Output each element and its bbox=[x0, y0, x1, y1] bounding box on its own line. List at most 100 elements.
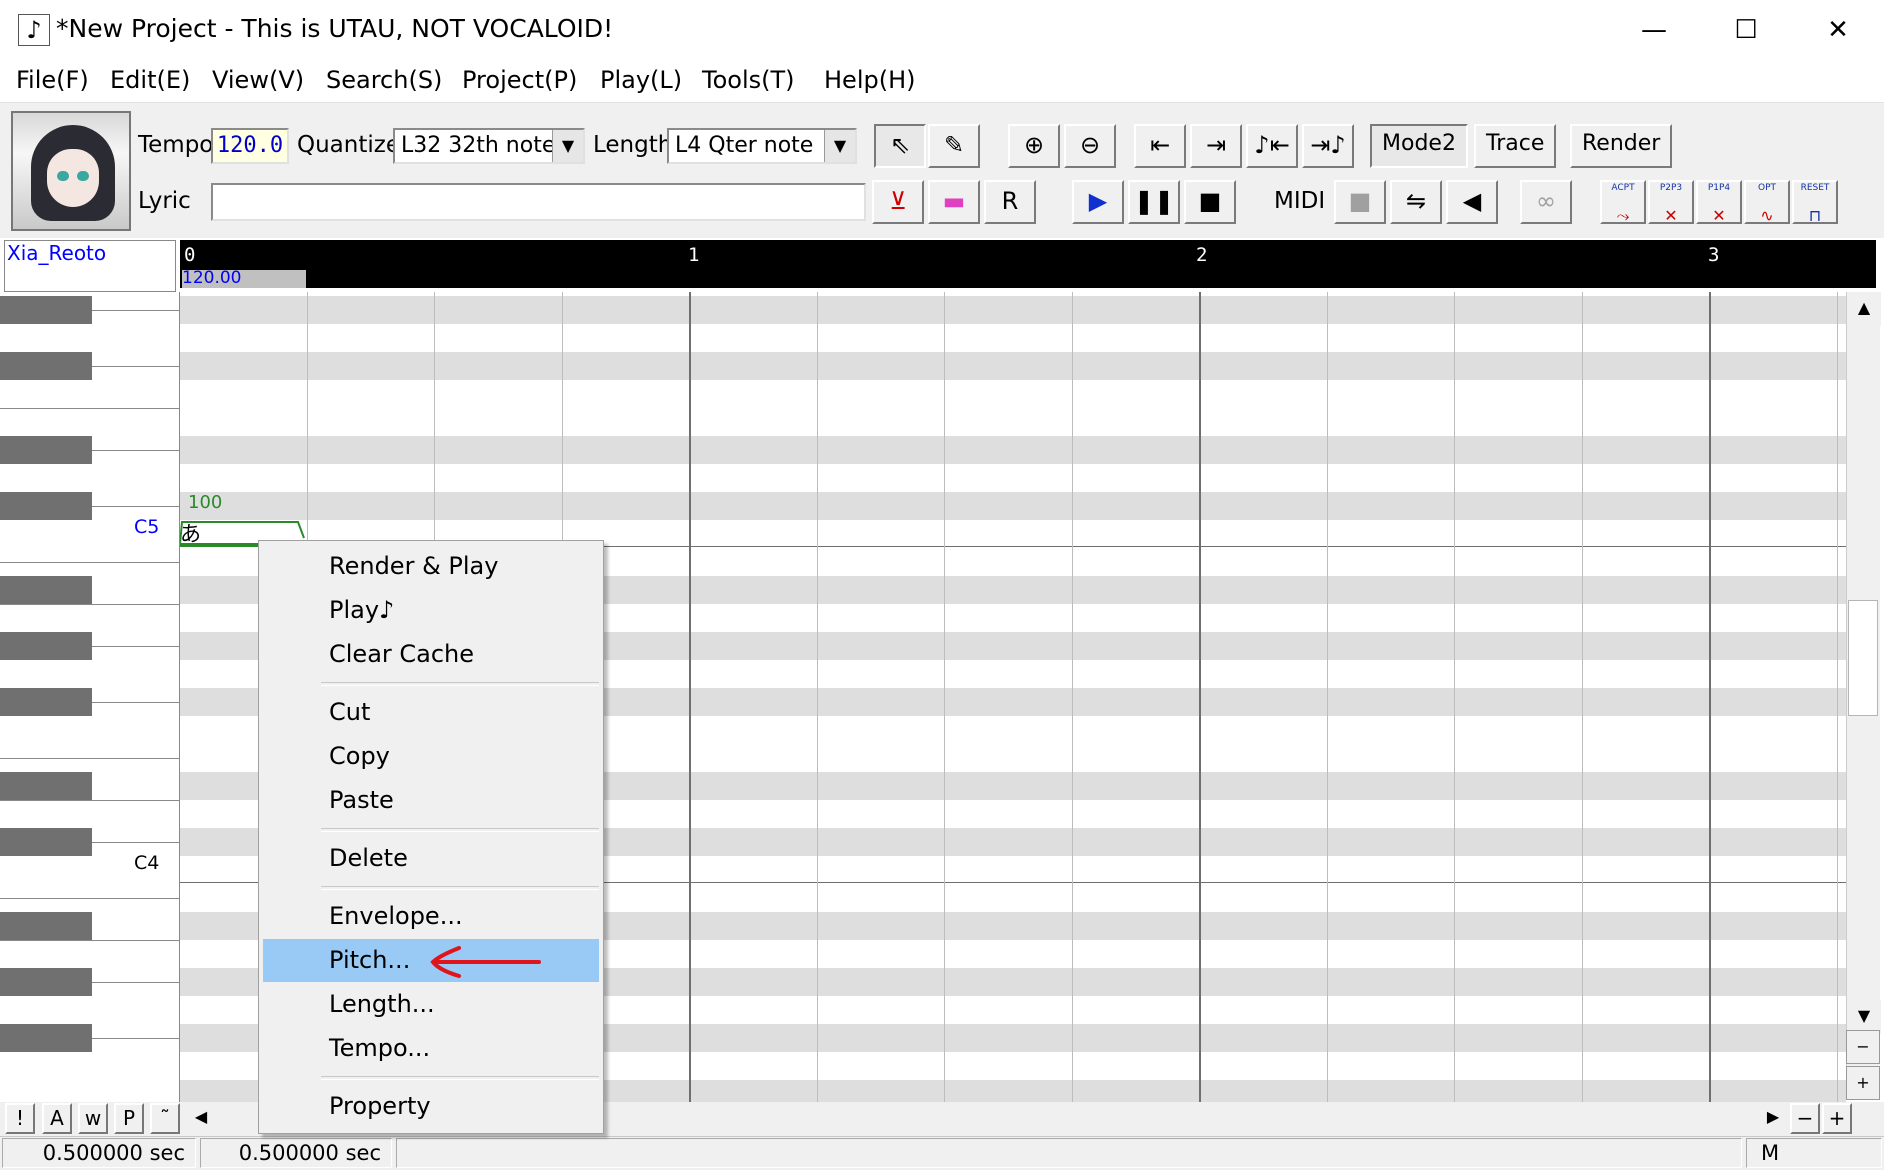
speaker-button[interactable]: ◀ bbox=[1446, 180, 1498, 224]
menu-item-property[interactable]: Property bbox=[263, 1085, 599, 1128]
menu-help[interactable]: Help(H) bbox=[824, 66, 916, 94]
black-key[interactable] bbox=[0, 296, 92, 324]
menu-separator bbox=[321, 828, 599, 832]
stop-button[interactable]: ■ bbox=[1184, 180, 1236, 224]
key-label-c4: C4 bbox=[134, 852, 160, 874]
beat-line bbox=[1837, 292, 1838, 1102]
length-select[interactable]: L4 Qter note ▼ bbox=[667, 128, 857, 164]
menu-item-tempo[interactable]: Tempo... bbox=[263, 1027, 599, 1070]
play-button[interactable]: ▶ bbox=[1072, 180, 1124, 224]
menu-item-render-play[interactable]: Render & Play bbox=[263, 545, 599, 588]
menu-play[interactable]: Play(L) bbox=[600, 66, 682, 94]
menu-edit[interactable]: Edit(E) bbox=[110, 66, 190, 94]
minimize-button[interactable]: — bbox=[1608, 0, 1700, 60]
black-key[interactable] bbox=[0, 688, 92, 716]
lyric-input[interactable] bbox=[211, 183, 866, 221]
add-note-button[interactable]: ▬ bbox=[928, 180, 980, 224]
link-button[interactable]: ∞ bbox=[1520, 180, 1572, 224]
menu-search[interactable]: Search(S) bbox=[326, 66, 442, 94]
menu-item-clear-cache[interactable]: Clear Cache bbox=[263, 633, 599, 676]
menu-item-play[interactable]: Play♪ bbox=[263, 589, 599, 632]
go-to-start-button[interactable]: ⇤ bbox=[1134, 124, 1186, 168]
scroll-right-icon[interactable]: ▶ bbox=[1758, 1103, 1788, 1134]
midi-settings-button[interactable]: ⇋ bbox=[1390, 180, 1442, 224]
menu-project[interactable]: Project(P) bbox=[462, 66, 577, 94]
maximize-button[interactable]: ☐ bbox=[1700, 0, 1792, 60]
note-icon[interactable]: ♪ bbox=[18, 14, 50, 46]
hzoom-in-button[interactable]: + bbox=[1822, 1103, 1852, 1134]
add-note-icon: ▬ bbox=[942, 187, 966, 215]
reset-button[interactable]: RESET ⊓ bbox=[1792, 180, 1838, 225]
vzoom-in-button[interactable]: + bbox=[1846, 1066, 1880, 1100]
quantize-select[interactable]: L32 32th note ▼ bbox=[393, 128, 585, 164]
bottom-button-exclaim[interactable]: ! bbox=[5, 1103, 35, 1134]
bottom-button-a[interactable]: A bbox=[42, 1103, 72, 1134]
black-key[interactable] bbox=[0, 436, 92, 464]
insert-note-button[interactable]: ⊻ bbox=[872, 180, 924, 224]
select-tool-button[interactable]: ⇖ bbox=[874, 124, 926, 168]
zoom-out-button[interactable]: ⊖ bbox=[1064, 124, 1116, 168]
black-key[interactable] bbox=[0, 632, 92, 660]
bottom-button-p[interactable]: P bbox=[114, 1103, 144, 1134]
key-label-c5: C5 bbox=[134, 516, 160, 538]
acpt-button[interactable]: ACPT ⤳ bbox=[1600, 180, 1646, 225]
pencil-tool-button[interactable]: ✎ bbox=[928, 124, 980, 168]
black-key[interactable] bbox=[0, 492, 92, 520]
menu-item-delete[interactable]: Delete bbox=[263, 837, 599, 880]
pause-button[interactable]: ❚❚ bbox=[1128, 180, 1180, 224]
tempo-input[interactable]: 120.0 bbox=[211, 128, 289, 164]
add-rest-button[interactable]: R bbox=[984, 180, 1036, 224]
menu-item-paste[interactable]: Paste bbox=[263, 779, 599, 822]
scroll-down-icon[interactable]: ▼ bbox=[1847, 1000, 1881, 1034]
singer-avatar[interactable] bbox=[11, 111, 131, 231]
trace-button[interactable]: Trace bbox=[1474, 124, 1557, 168]
opt-button[interactable]: OPT ∿ bbox=[1744, 180, 1790, 225]
scroll-left-icon[interactable]: ◀ bbox=[186, 1103, 216, 1134]
render-button[interactable]: Render bbox=[1570, 124, 1673, 168]
p2p3-button[interactable]: P2P3 ✕ bbox=[1648, 180, 1694, 225]
timeline-ruler[interactable] bbox=[180, 240, 1876, 288]
p1p4-button[interactable]: P1P4 ✕ bbox=[1696, 180, 1742, 225]
prev-note-button[interactable]: ♪⇤ bbox=[1246, 124, 1298, 168]
opt-label: OPT bbox=[1757, 183, 1776, 193]
zoom-in-button[interactable]: ⊕ bbox=[1008, 124, 1060, 168]
singer-name[interactable]: Xia_Reoto bbox=[4, 240, 176, 292]
black-key[interactable] bbox=[0, 576, 92, 604]
stop-icon: ■ bbox=[1198, 187, 1222, 215]
tempo-marker[interactable]: 120.00 bbox=[182, 270, 306, 288]
black-key[interactable] bbox=[0, 1024, 92, 1052]
black-key[interactable] bbox=[0, 968, 92, 996]
dropdown-arrow-icon[interactable]: ▼ bbox=[824, 130, 855, 162]
bottom-button-w[interactable]: w bbox=[78, 1103, 108, 1134]
black-key[interactable] bbox=[0, 352, 92, 380]
acpt-label: ACPT bbox=[1611, 183, 1635, 193]
length-value: L4 Qter note bbox=[675, 133, 814, 158]
vertical-scroll-thumb[interactable] bbox=[1848, 600, 1878, 716]
dropdown-arrow-icon[interactable]: ▼ bbox=[552, 130, 583, 162]
next-note-button[interactable]: ⇥♪ bbox=[1302, 124, 1354, 168]
black-key[interactable] bbox=[0, 772, 92, 800]
menu-view[interactable]: View(V) bbox=[212, 66, 304, 94]
menu-item-cut[interactable]: Cut bbox=[263, 691, 599, 734]
bottom-button-tilde[interactable]: ˜ bbox=[150, 1103, 180, 1134]
status-position: 0.500000 sec bbox=[2, 1138, 196, 1168]
menu-file[interactable]: File(F) bbox=[16, 66, 89, 94]
bar-line bbox=[1199, 292, 1201, 1102]
menu-item-envelope[interactable]: Envelope... bbox=[263, 895, 599, 938]
black-key[interactable] bbox=[0, 828, 92, 856]
context-menu: Render & Play Play♪ Clear Cache Cut Copy… bbox=[258, 540, 604, 1134]
menu-tools[interactable]: Tools(T) bbox=[702, 66, 795, 94]
hzoom-out-button[interactable]: − bbox=[1790, 1103, 1820, 1134]
piano-keyboard[interactable]: C5 C4 bbox=[0, 292, 180, 1102]
black-key[interactable] bbox=[0, 912, 92, 940]
menu-item-length[interactable]: Length... bbox=[263, 983, 599, 1026]
mode2-button[interactable]: Mode2 bbox=[1370, 124, 1468, 168]
menu-item-copy[interactable]: Copy bbox=[263, 735, 599, 778]
beat-line bbox=[1327, 292, 1328, 1102]
vzoom-out-button[interactable]: − bbox=[1846, 1030, 1880, 1064]
scroll-up-icon[interactable]: ▲ bbox=[1847, 292, 1881, 326]
go-to-end-button[interactable]: ⇥ bbox=[1190, 124, 1242, 168]
midi-record-button[interactable]: ■ bbox=[1334, 180, 1386, 224]
beat-line bbox=[1582, 292, 1583, 1102]
close-button[interactable]: ✕ bbox=[1792, 0, 1884, 60]
